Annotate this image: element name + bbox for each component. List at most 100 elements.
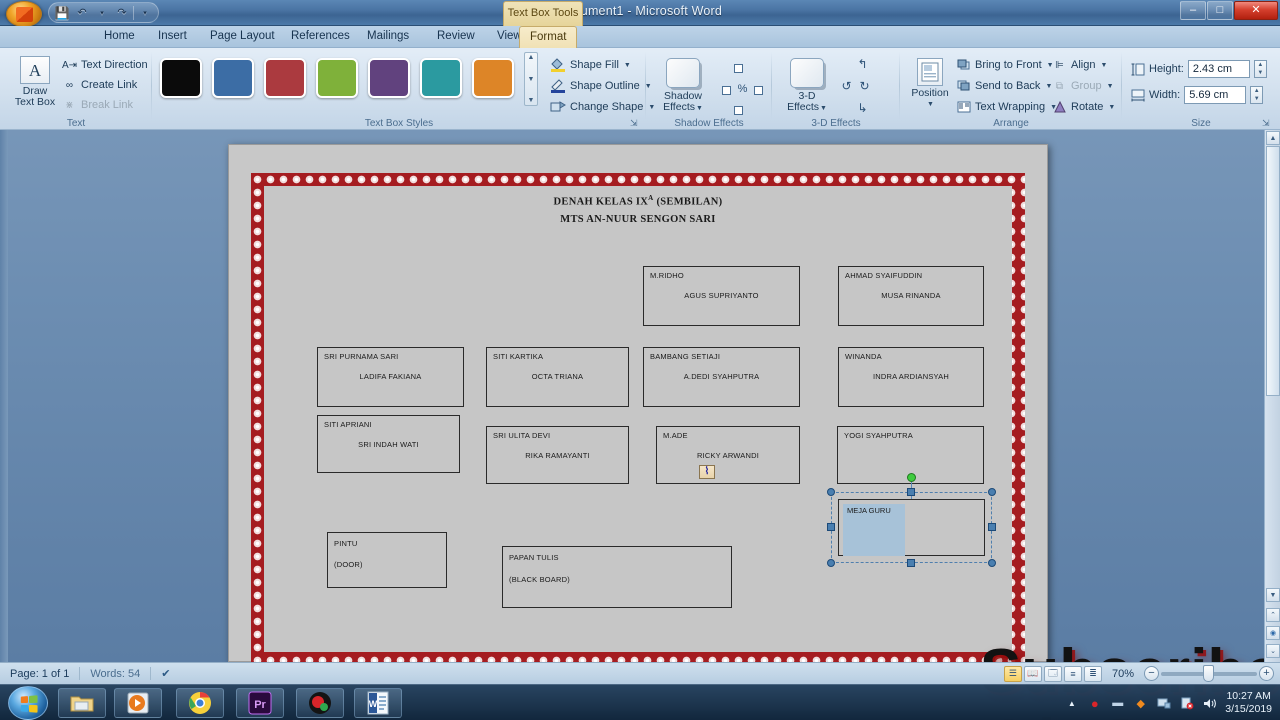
zoom-slider[interactable] [1161,664,1257,682]
start-button[interactable] [8,686,48,720]
text-box-frame[interactable]: MEJA GURU [838,499,985,556]
height-spinner[interactable]: ▲ ▼ [1253,60,1267,78]
shape-fill-caret-icon[interactable]: ▼ [624,62,631,69]
width-spinner[interactable]: ▲ ▼ [1250,86,1264,104]
style-swatch-purple[interactable] [368,58,410,98]
document-page[interactable]: DENAH KELAS IXA (SEMBILAN) MTS AN-NUUR S… [228,144,1048,665]
send-to-back-button[interactable]: Send to Back ▼ [956,79,1052,93]
zoom-out-button[interactable]: − [1144,666,1159,681]
tilt-right-button[interactable]: ↻ [856,78,873,94]
taskbar-media-player[interactable] [114,688,162,718]
show-hidden-icons-button[interactable]: ▲ [1064,696,1079,711]
text-box-papan-tulis[interactable]: PAPAN TULIS (BLACK BOARD) [502,546,732,608]
style-swatch-black[interactable] [160,58,202,98]
text-box-winanda[interactable]: WINANDA INDRA ARDIANSYAH [838,347,984,407]
tilt-left-button[interactable]: ↺ [838,78,855,94]
draw-text-box-button[interactable]: A Draw Text Box [10,56,60,108]
width-control[interactable]: Width: 5.69 cm ▲ ▼ [1130,86,1264,104]
scroll-more-icon[interactable]: ▼ [528,97,535,104]
width-input[interactable]: 5.69 cm [1184,86,1247,104]
nudge-shadow-left-button[interactable] [718,82,735,98]
next-page-button[interactable]: ⌄ [1266,644,1280,658]
text-box-sri-purnama-sari[interactable]: SRI PURNAMA SARI LADIFA FAKIANA [317,347,464,407]
align-button[interactable]: ⊫ Align ▼ [1052,58,1107,72]
rotate-caret-icon[interactable]: ▼ [1108,104,1115,111]
shadow-effects-button[interactable]: Shadow Effects▼ [654,58,712,114]
minimize-button[interactable]: – [1180,1,1206,20]
text-box-siti-kartika[interactable]: SITI KARTIKA OCTA TRIANA [486,347,629,407]
web-layout-view-button[interactable]: 🗔 [1043,665,1062,682]
style-swatch-teal[interactable] [420,58,462,98]
tab-mailings[interactable]: Mailings [357,26,419,48]
styles-gallery-scroll[interactable]: ▲ ▼ ▼ [524,52,538,106]
text-box-sri-ulita-devi[interactable]: SRI ULITA DEVI RIKA RAMAYANTI [486,426,629,484]
previous-page-button[interactable]: ⌃ [1266,608,1280,622]
word-count[interactable]: Words: 54 [80,668,150,680]
shadow-on-off-button[interactable]: % [734,81,751,97]
tilt-down-button[interactable]: ↳ [854,100,871,116]
rotation-handle[interactable] [907,473,916,482]
shape-outline-button[interactable]: Shape Outline ▼ [550,79,652,93]
position-button[interactable]: Position ▼ [906,58,954,110]
scroll-down-button[interactable]: ▼ [1266,588,1280,602]
taskbar-premiere-pro[interactable]: Pr [236,688,284,718]
nudge-shadow-up-button[interactable] [730,60,747,76]
height-control[interactable]: Height: 2.43 cm ▲ ▼ [1130,60,1267,78]
text-box-ahmad-syaifuddin[interactable]: AHMAD SYAIFUDDIN MUSA RINANDA [838,266,984,326]
text-box-pintu[interactable]: PINTU (DOOR) [327,532,447,588]
shape-fill-button[interactable]: Shape Fill ▼ [550,58,631,72]
taskbar-windows-explorer[interactable] [58,688,106,718]
tab-home[interactable]: Home [94,26,145,48]
resize-handle-bottom-left[interactable] [827,559,835,567]
full-screen-reading-view-button[interactable]: 📖 [1023,665,1042,682]
text-wrapping-button[interactable]: Text Wrapping ▼ [956,100,1057,114]
change-shape-button[interactable]: Change Shape ▼ [550,100,655,114]
resize-handle-top-left[interactable] [827,488,835,496]
scroll-up-icon[interactable]: ▲ [528,54,535,61]
scroll-up-button[interactable]: ▲ [1266,131,1280,145]
vertical-scrollbar[interactable]: ▲ ▼ ⌃ ◉ ⌄ [1264,130,1280,662]
style-swatch-green[interactable] [316,58,358,98]
height-input[interactable]: 2.43 cm [1187,60,1250,78]
text-box-m-ridho[interactable]: M.RIDHO AGUS SUPRIYANTO [643,266,800,326]
maximize-button[interactable]: □ [1207,1,1233,20]
print-layout-view-button[interactable]: ☰ [1003,665,1022,682]
select-browse-object-button[interactable]: ◉ [1266,626,1280,640]
draft-view-button[interactable]: ≣ [1083,665,1102,682]
taskbar-screen-recorder[interactable] [296,688,344,718]
text-box-bambang-setiaji[interactable]: BAMBANG SETIAJI A.DEDI SYAHPUTRA [643,347,800,407]
document-canvas[interactable]: DENAH KELAS IXA (SEMBILAN) MTS AN-NUUR S… [0,130,1280,720]
text-box-m-ade[interactable]: M.ADE RICKY ARWANDI ⌇ [656,426,800,484]
resize-handle-bottom-right[interactable] [988,559,996,567]
resize-handle-top-center[interactable] [907,488,915,496]
create-link-button[interactable]: ∞ Create Link [62,78,137,92]
display-tray-icon[interactable]: ▬ [1110,696,1125,711]
taskbar-microsoft-word[interactable]: W [354,688,402,718]
tab-references[interactable]: References [281,26,360,48]
tilt-up-button[interactable]: ↰ [854,56,871,72]
threed-effects-button[interactable]: 3-D Effects▼ [778,58,836,114]
volume-tray-icon[interactable] [1202,696,1217,711]
page-indicator[interactable]: Page: 1 of 1 [0,668,79,680]
resize-handle-bottom-center[interactable] [907,559,915,567]
recorder-tray-icon[interactable]: ● [1087,696,1102,711]
antivirus-tray-icon[interactable]: ◆ [1133,696,1148,711]
rotate-button[interactable]: Rotate ▼ [1052,100,1115,114]
nudge-shadow-right-button[interactable] [750,82,767,98]
network-tray-icon[interactable] [1156,696,1171,711]
style-swatch-orange[interactable] [472,58,514,98]
scrollbar-thumb[interactable] [1266,146,1280,396]
nudge-shadow-down-button[interactable] [730,102,747,118]
tab-page-layout[interactable]: Page Layout [200,26,285,48]
tab-format[interactable]: Format [519,26,578,48]
resize-handle-middle-left[interactable] [827,523,835,531]
text-direction-button[interactable]: A⇥ Text Direction [62,58,148,72]
selected-text-box-meja-guru[interactable]: MEJA GURU [827,473,996,567]
position-caret-icon[interactable]: ▼ [907,99,954,110]
zoom-slider-thumb[interactable] [1203,664,1214,682]
taskbar-google-chrome[interactable] [176,688,224,718]
resize-handle-top-right[interactable] [988,488,996,496]
zoom-level-label[interactable]: 70% [1104,668,1142,680]
tab-review[interactable]: Review [427,26,485,48]
style-swatch-red[interactable] [264,58,306,98]
